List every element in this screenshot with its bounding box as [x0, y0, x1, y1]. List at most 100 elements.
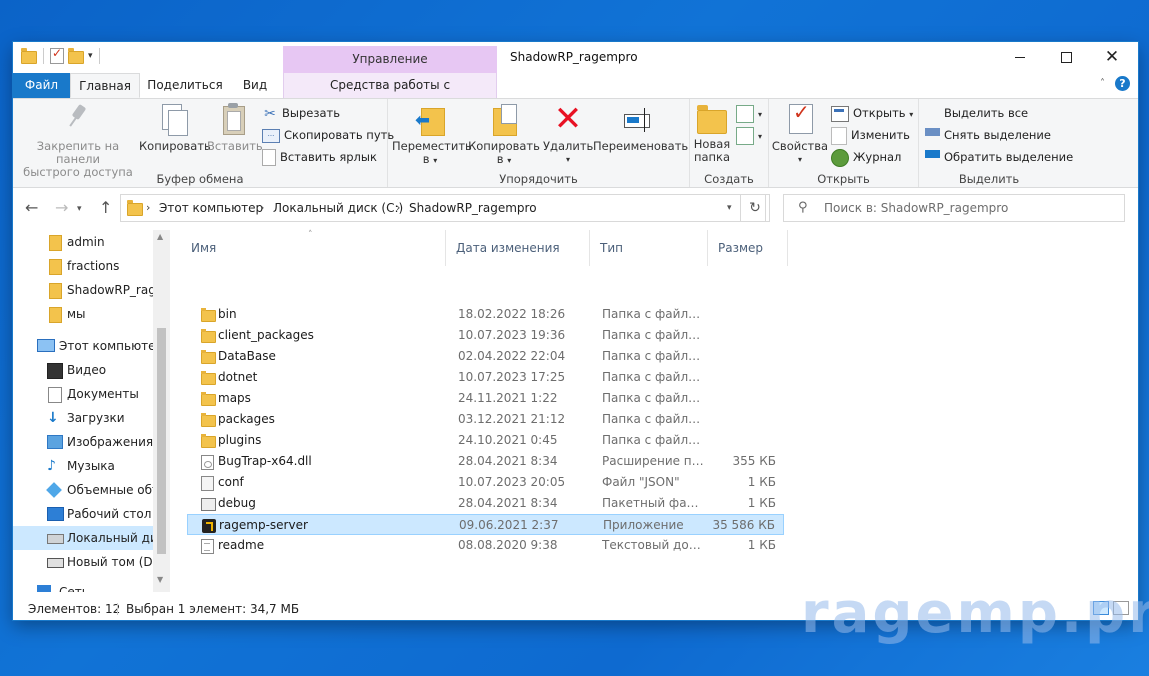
search-input[interactable]: ⚲ Поиск в: ShadowRP_ragempro — [783, 194, 1125, 222]
pin-quick-access-button[interactable]: Закрепить на панели быстрого доступа — [18, 102, 138, 179]
file-date: 24.11.2021 1:22 — [458, 391, 558, 405]
customize-qat-icon[interactable]: ▾ — [88, 51, 93, 61]
invert-selection-button[interactable]: Обратить выделение — [925, 147, 1073, 167]
select-none-button[interactable]: Снять выделение — [925, 125, 1051, 145]
file-row[interactable]: BugTrap-x64.dll 28.04.2021 8:34 Расширение… — [187, 451, 784, 472]
breadcrumb-local-disk[interactable]: Локальный диск (C:) — [273, 195, 403, 221]
file-row[interactable]: plugins 24.10.2021 0:45 Папка с файлами — [187, 430, 784, 451]
recent-locations-icon[interactable]: ▾ — [77, 204, 82, 214]
copy-icon — [156, 102, 190, 136]
file-row[interactable]: readme 08.08.2020 9:38 Текстовый документ 1… — [187, 535, 784, 556]
chevron-right-icon[interactable]: › — [396, 195, 400, 221]
new-folder-button[interactable]: Новая папка — [692, 102, 732, 164]
select-all-button[interactable]: Выделить все — [925, 103, 1028, 123]
file-row[interactable]: bin 18.02.2022 18:26 Папка с файлами — [187, 304, 784, 325]
maximize-button[interactable] — [1043, 42, 1089, 73]
nav-item-my[interactable]: мы — [13, 302, 153, 326]
forward-arrow-icon[interactable]: → — [55, 198, 68, 217]
refresh-button[interactable]: ↻ — [740, 194, 770, 222]
close-button[interactable]: ✕ — [1089, 42, 1135, 73]
nav-item-new-volume[interactable]: Новый том (D:) — [13, 550, 153, 574]
chevron-right-icon[interactable]: › — [260, 195, 264, 221]
up-arrow-icon[interactable]: ↑ — [99, 198, 112, 217]
nav-item-shadowrp[interactable]: ShadowRP_ragempro — [13, 278, 153, 302]
scroll-up-icon[interactable]: ▲ — [157, 232, 163, 241]
edit-button[interactable]: Изменить — [831, 125, 910, 145]
tab-app-tools[interactable]: Средства работы с приложениями — [283, 73, 497, 116]
column-header-size[interactable]: Размер — [708, 230, 788, 266]
chevron-right-icon[interactable]: › — [146, 195, 150, 221]
nav-item-music[interactable]: ♪ Музыка — [13, 454, 153, 478]
column-header-date[interactable]: Дата изменения — [446, 230, 590, 266]
tab-file[interactable]: Файл — [13, 73, 70, 98]
back-arrow-icon[interactable]: ← — [25, 198, 38, 217]
help-icon[interactable]: ? — [1115, 76, 1130, 91]
nav-item-documents[interactable]: Документы — [13, 382, 153, 406]
nav-item-label: fractions — [67, 259, 120, 273]
nav-item-desktop[interactable]: Рабочий стол — [13, 502, 153, 526]
properties-button[interactable]: ✓ Свойства ▾ — [771, 102, 829, 166]
nav-item-admin[interactable]: admin — [13, 230, 153, 254]
folder-icon — [127, 200, 143, 216]
new-item-button[interactable]: ▾ — [736, 103, 762, 123]
properties-label: Свойства — [771, 139, 829, 153]
file-row[interactable]: maps 24.11.2021 1:22 Папка с файлами — [187, 388, 784, 409]
address-bar[interactable]: › Этот компьютер › Локальный диск (C:) ›… — [120, 194, 766, 222]
scrollbar-thumb[interactable] — [157, 328, 166, 554]
paste-shortcut-label: Вставить ярлык — [280, 150, 377, 164]
file-name: readme — [218, 538, 265, 552]
tab-home[interactable]: Главная — [70, 73, 140, 98]
history-button[interactable]: Журнал — [831, 147, 901, 167]
column-type-label: Тип — [600, 241, 623, 255]
file-row[interactable]: dotnet 10.07.2023 17:25 Папка с файлами — [187, 367, 784, 388]
nav-item-fractions[interactable]: fractions — [13, 254, 153, 278]
file-row[interactable]: client_packages 10.07.2023 19:36 Папка с ф… — [187, 325, 784, 346]
nav-item-downloads[interactable]: ↓ Загрузки — [13, 406, 153, 430]
paste-button[interactable]: Вставить — [207, 102, 263, 153]
collapse-ribbon-icon[interactable]: ˄ — [1100, 78, 1105, 89]
tab-view[interactable]: Вид — [235, 73, 275, 98]
status-selection: Выбран 1 элемент: 34,7 МБ — [126, 602, 300, 616]
file-row[interactable]: packages 03.12.2021 21:12 Папка с файлами — [187, 409, 784, 430]
pictures-icon — [47, 435, 63, 449]
rename-button[interactable]: Переименовать — [593, 102, 688, 153]
move-to-button[interactable]: ⬅ Переместить в ▾ — [392, 102, 472, 167]
delete-button[interactable]: ✕ Удалить ▾ — [543, 102, 593, 166]
paste-shortcut-button[interactable]: Вставить ярлык — [262, 147, 377, 167]
minimize-button[interactable] — [997, 42, 1043, 73]
easy-access-button[interactable]: ▾ — [736, 125, 762, 145]
breadcrumb-current-folder[interactable]: ShadowRP_ragempro — [409, 195, 537, 221]
group-label-new: Создать — [704, 172, 754, 186]
nav-item-label: мы — [67, 307, 86, 321]
select-all-icon — [925, 106, 940, 121]
nav-item-this-pc[interactable]: Этот компьютер — [13, 334, 153, 358]
new-folder-icon[interactable] — [68, 48, 84, 64]
nav-item-network[interactable]: Сеть — [13, 580, 153, 592]
cut-button[interactable]: ✂ Вырезать — [262, 103, 340, 123]
open-button[interactable]: Открыть ▾ — [831, 103, 913, 123]
nav-item-pictures[interactable]: Изображения — [13, 430, 153, 454]
nav-item-video[interactable]: Видео — [13, 358, 153, 382]
file-row[interactable]: conf 10.07.2023 20:05 Файл "JSON" 1 КБ — [187, 472, 784, 493]
nav-scrollbar[interactable]: ▲ ▼ — [153, 230, 170, 592]
copy-to-button[interactable]: Копировать в ▾ — [468, 102, 540, 167]
file-row[interactable]: DataBase 02.04.2022 22:04 Папка с файлами — [187, 346, 784, 367]
group-organize: ⬅ Переместить в ▾ Копировать в ▾ ✕ Удали… — [388, 99, 690, 187]
scroll-down-icon[interactable]: ▼ — [157, 575, 163, 584]
tab-share[interactable]: Поделиться — [147, 73, 223, 98]
column-header-type[interactable]: Тип — [590, 230, 708, 266]
copy-label: Копировать — [139, 139, 211, 153]
copy-button[interactable]: Копировать — [139, 102, 211, 153]
copy-path-button[interactable]: ··· Скопировать путь — [262, 125, 394, 145]
nav-item-local-disk[interactable]: Локальный диск (C:) — [13, 526, 153, 550]
nav-item-3d-objects[interactable]: Объемные объекты — [13, 478, 153, 502]
file-date: 10.07.2023 19:36 — [458, 328, 566, 342]
file-row[interactable]: debug 28.04.2021 8:34 Пакетный файл Window… — [187, 493, 784, 514]
nav-item-label: Музыка — [67, 459, 115, 473]
breadcrumb-this-pc[interactable]: Этот компьютер — [159, 195, 263, 221]
address-dropdown-icon[interactable]: ▾ — [727, 195, 732, 221]
properties-icon[interactable] — [50, 46, 64, 64]
dll-icon — [201, 455, 214, 470]
column-header-name[interactable]: ˄ Имя — [181, 230, 446, 266]
file-row[interactable]: ragemp-server 09.06.2021 2:37 Приложение 35… — [187, 514, 784, 535]
